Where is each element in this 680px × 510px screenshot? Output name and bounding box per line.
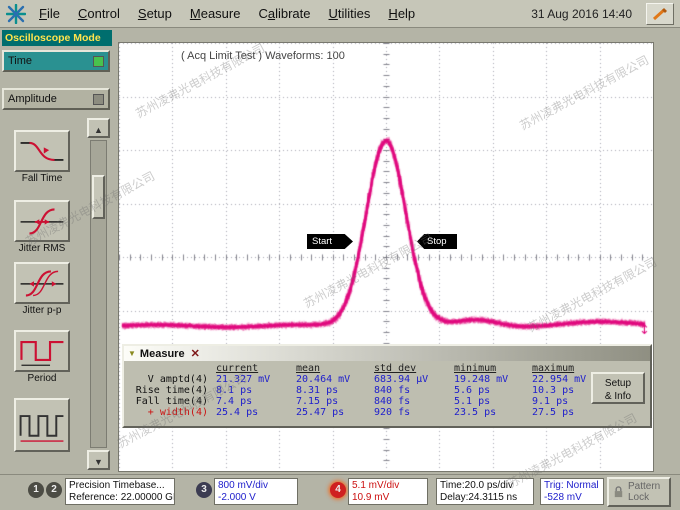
timebase-readout[interactable]: Precision Timebase... Reference: 22.0000…	[65, 478, 175, 505]
tool-fall-time[interactable]: Fall Time	[4, 130, 80, 184]
start-marker-flag[interactable]: Start	[307, 234, 353, 249]
channel-3-readout[interactable]: 800 mV/div -2.000 V	[214, 478, 298, 505]
measure-table: current mean std dev minimum maximum V a…	[124, 361, 650, 418]
statusbar: 1 2 Precision Timebase... Reference: 22.…	[0, 474, 680, 510]
trigger-readout[interactable]: Trig: Normal -528 mV	[540, 478, 604, 505]
channel-3-button[interactable]: 3	[196, 482, 212, 498]
datetime-display: 31 Aug 2016 14:40	[517, 7, 646, 21]
sidebar: Oscilloscope Mode Time Amplitude ▲ ▼ Fa	[0, 30, 116, 472]
dropdown-indicator-icon	[93, 94, 104, 105]
period-icon[interactable]	[14, 330, 70, 372]
measure-source-dropdown[interactable]: Time	[2, 50, 110, 72]
menu-file[interactable]: File	[30, 2, 69, 25]
col-current: current	[216, 363, 296, 374]
close-icon[interactable]: ✕	[191, 347, 200, 360]
app-logo-icon	[6, 4, 26, 24]
measure-row: + width(4)25.4 ps25.47 ps920 fs23.5 ps27…	[128, 407, 650, 418]
pen-icon	[651, 7, 669, 21]
menu-items: FileControlSetupMeasureCalibrateUtilitie…	[30, 2, 424, 25]
tool-label: Fall Time	[4, 173, 80, 184]
channel-4-button[interactable]: 4	[330, 482, 346, 498]
tool-label: Period	[4, 373, 80, 384]
tool-label: Jitter RMS	[4, 243, 80, 254]
oscilloscope-screen: FileControlSetupMeasureCalibrateUtilitie…	[0, 0, 680, 510]
channel-2-button[interactable]: 2	[46, 482, 62, 498]
channel-4-readout[interactable]: 5.1 mV/div 10.9 mV	[348, 478, 428, 505]
scrollbar-track[interactable]	[90, 140, 107, 448]
dropdown-indicator-icon	[93, 56, 104, 67]
scrollbar-thumb[interactable]	[92, 175, 105, 219]
measure-category-dropdown[interactable]: Amplitude	[2, 88, 110, 110]
fall-time-icon[interactable]	[14, 130, 70, 172]
col-std-dev: std dev	[374, 363, 454, 374]
measure-row: Fall time(4)7.4 ps7.15 ps840 fs5.1 ps9.1…	[128, 396, 650, 407]
col-mean: mean	[296, 363, 374, 374]
jitter-rms-icon[interactable]	[14, 200, 70, 242]
setup-info-button[interactable]: Setup & Info	[591, 372, 645, 404]
measure-rows: V amptd(4)21.327 mV20.464 mV683.94 µV19.…	[128, 374, 650, 418]
menu-help[interactable]: Help	[379, 2, 424, 25]
tool-label: Jitter p-p	[4, 305, 80, 316]
scroll-up-button[interactable]: ▲	[87, 118, 110, 138]
tool-jitter-pp[interactable]: Jitter p-p	[4, 262, 80, 316]
measure-category-value: Amplitude	[8, 93, 57, 105]
acquisition-status: ( Acq Limit Test ) Waveforms: 100	[181, 50, 345, 62]
tool-jitter-rms[interactable]: Jitter RMS	[4, 200, 80, 254]
measure-table-header: current mean std dev minimum maximum	[128, 363, 650, 374]
measure-panel: ▼ Measure ✕ current mean std dev minimum…	[122, 344, 652, 428]
tool-pattern[interactable]	[4, 398, 80, 453]
lock-icon	[612, 485, 625, 499]
menubar: FileControlSetupMeasureCalibrateUtilitie…	[0, 0, 680, 28]
menu-utilities[interactable]: Utilities	[320, 2, 380, 25]
jitter-pp-icon[interactable]	[14, 262, 70, 304]
measure-panel-header[interactable]: ▼ Measure ✕	[124, 346, 650, 361]
measure-row: V amptd(4)21.327 mV20.464 mV683.94 µV19.…	[128, 374, 650, 385]
menu-setup[interactable]: Setup	[129, 2, 181, 25]
col-minimum: minimum	[454, 363, 532, 374]
menu-calibrate[interactable]: Calibrate	[249, 2, 319, 25]
scroll-down-button[interactable]: ▼	[87, 450, 110, 470]
pattern-waveform-icon[interactable]	[14, 398, 70, 452]
timebase-scale-readout[interactable]: Time:20.0 ps/div Delay:24.3115 ns	[436, 478, 534, 505]
mode-banner: Oscilloscope Mode	[2, 30, 112, 46]
measure-panel-title: Measure	[140, 348, 185, 360]
pattern-lock-button[interactable]: Pattern Lock	[607, 477, 671, 507]
stop-marker-flag[interactable]: Stop	[417, 234, 457, 249]
measure-row: Rise time(4)8.1 ps8.31 ps840 fs5.6 ps10.…	[128, 385, 650, 396]
annotation-pen-button[interactable]	[646, 3, 674, 25]
channel-1-button[interactable]: 1	[28, 482, 44, 498]
menu-control[interactable]: Control	[69, 2, 129, 25]
menu-measure[interactable]: Measure	[181, 2, 250, 25]
panel-collapse-icon[interactable]: ▼	[128, 349, 136, 358]
measure-source-value: Time	[8, 55, 32, 67]
tool-period[interactable]: Period	[4, 330, 80, 384]
